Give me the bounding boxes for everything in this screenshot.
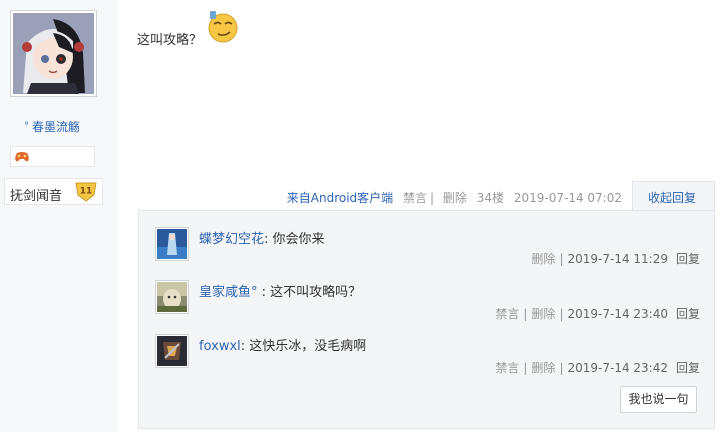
author-username[interactable]: ° 春墨流觞 [24,118,80,135]
reply-meta: 禁言 | 删除 | 2019-7-14 23:42 回复 [495,359,700,376]
reply-ban-link[interactable]: 禁言 [495,307,519,321]
username-prefix: ° [24,121,29,132]
reply-text: 你会你来 [268,232,325,247]
separator: | [523,307,528,321]
post-tail: 来自Android客户端 禁言 | 删除 34楼 2019-07-14 07:02 [287,189,622,206]
separator: | [559,307,564,321]
reply-list: 蝶梦幻空花: 你会你来 删除 | 2019-7-14 11:29 回复 皇家咸鱼° :… [138,210,715,429]
source-link[interactable]: 来自Android客户端 [287,191,393,205]
gamepad-icon[interactable] [14,150,30,166]
author-icon-box [10,146,95,167]
collapse-replies-tab[interactable]: 收起回复 [632,181,715,211]
author-sidebar: ° 春墨流觞 抚剑闻音 11 [0,0,117,432]
separator: | [559,361,564,375]
reply-delete-link[interactable]: 删除 [531,252,555,266]
author-level[interactable]: 抚剑闻音 11 [4,178,103,205]
separator: | [523,361,528,375]
author-avatar[interactable] [10,10,97,97]
reply-meta: 禁言 | 删除 | 2019-7-14 23:40 回复 [495,305,700,322]
reply-ban-link[interactable]: 禁言 [495,361,519,375]
reply-colon: : [257,285,267,300]
reply-avatar[interactable] [155,334,189,368]
delete-link[interactable]: 删除 [443,191,467,205]
reply-time: 2019-7-14 11:29 [567,252,668,266]
say-something-button[interactable]: 我也说一句 [620,386,697,413]
reply-delete-link[interactable]: 删除 [531,307,555,321]
reply-item: 蝶梦幻空花: 你会你来 删除 | 2019-7-14 11:29 回复 [155,227,700,281]
reply-meta: 删除 | 2019-7-14 11:29 回复 [531,250,700,267]
separator: | [559,252,564,266]
reply-item: 皇家咸鱼° : 这不叫攻略吗？ 禁言 | 删除 | 2019-7-14 23:40 回复 [155,280,700,334]
floor-number: 34楼 [476,191,505,205]
reply-username[interactable]: 皇家咸鱼° [199,285,258,300]
reply-time: 2019-7-14 23:40 [567,307,668,321]
reply-line: 皇家咸鱼° : 这不叫攻略吗？ [199,281,361,300]
reply-username[interactable]: 蝶梦幻空花 [199,232,264,247]
reply-username[interactable]: foxwxl [199,339,241,354]
reply-avatar[interactable] [155,280,189,314]
reply-line: foxwxl: 这快乐冰，没毛病啊 [199,335,366,354]
collapse-replies-label[interactable]: 收起回复 [648,189,696,206]
username-text[interactable]: 春墨流觞 [32,120,80,134]
smug-face-emoji-icon [206,9,240,46]
level-name: 抚剑闻音 [10,189,63,204]
reply-delete-link[interactable]: 删除 [531,361,555,375]
level-badge-icon: 11 [74,181,98,206]
separator: | [430,191,435,205]
ban-link[interactable]: 禁言 [403,191,427,205]
svg-text:11: 11 [80,187,93,197]
reply-button[interactable]: 回复 [676,361,700,375]
reply-text: 这快乐冰，没毛病啊 [245,339,367,354]
reply-item: foxwxl: 这快乐冰，没毛病啊 禁言 | 删除 | 2019-7-14 23:42 回… [155,334,700,388]
post-content: 这叫攻略？ [137,33,203,48]
reply-text: 这不叫攻略吗？ [266,285,362,300]
reply-button[interactable]: 回复 [676,252,700,266]
reply-avatar[interactable] [155,227,189,261]
reply-button[interactable]: 回复 [676,307,700,321]
reply-time: 2019-7-14 23:42 [567,361,668,375]
reply-line: 蝶梦幻空花: 你会你来 [199,228,325,247]
post-time: 2019-07-14 07:02 [513,191,622,205]
